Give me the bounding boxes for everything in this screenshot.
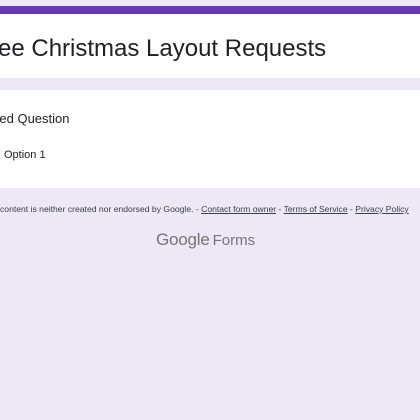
google-wordmark: Google	[156, 230, 210, 249]
radio-option-1[interactable]: Option 1	[0, 147, 46, 163]
form-header-card: ree Christmas Layout Requests	[0, 6, 420, 78]
form-title: ree Christmas Layout Requests	[0, 35, 327, 62]
contact-form-owner-link[interactable]: Contact form owner	[201, 204, 276, 214]
disclaimer-text: content is neither created nor endorsed …	[0, 204, 194, 214]
option-label: Option 1	[4, 149, 46, 161]
question-title: itled Question	[0, 111, 70, 126]
footer-disclaimer: content is neither created nor endorsed …	[0, 204, 409, 214]
privacy-policy-link[interactable]: Privacy Policy	[355, 204, 408, 214]
footer-separator: -	[193, 204, 202, 214]
form-page: ree Christmas Layout Requests itled Ques…	[0, 0, 420, 420]
google-forms-logo[interactable]: Google Forms	[156, 230, 255, 250]
question-card: itled Question Option 1	[0, 90, 420, 188]
forms-wordmark: Forms	[212, 232, 256, 249]
terms-of-service-link[interactable]: Terms of Service	[284, 204, 348, 214]
footer-separator: -	[276, 204, 284, 214]
